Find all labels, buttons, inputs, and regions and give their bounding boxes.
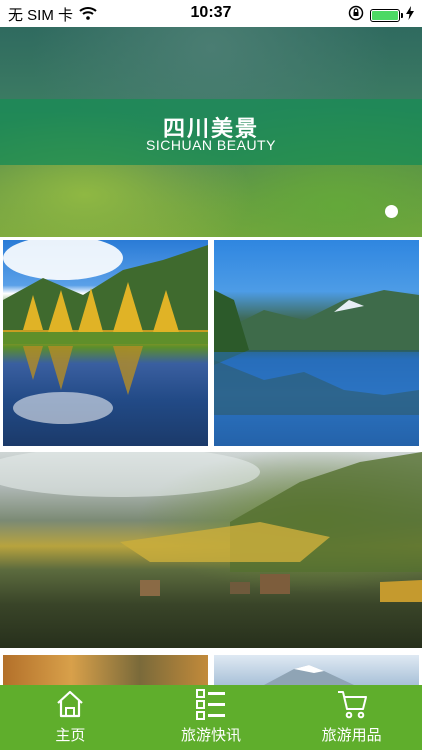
banner-carousel[interactable]: 四川美景 SICHUAN BEAUTY — [0, 27, 422, 237]
tab-travel-goods[interactable]: 旅游用品 — [281, 685, 422, 750]
scenery-photo-snow-mountain[interactable] — [214, 655, 419, 685]
cart-icon — [336, 688, 368, 720]
rotation-lock-icon — [348, 5, 364, 25]
tab-bar: 主页 旅游快讯 旅游用品 — [0, 685, 422, 750]
scenery-photo-valley-village[interactable] — [0, 452, 422, 648]
banner-subtitle: SICHUAN BEAUTY — [146, 137, 276, 153]
tab-travel-news[interactable]: 旅游快讯 — [141, 685, 282, 750]
scenery-photo-autumn-forest[interactable] — [3, 655, 208, 685]
home-icon — [55, 688, 85, 720]
list-icon — [195, 688, 227, 720]
tab-home[interactable]: 主页 — [0, 685, 141, 750]
tab-home-label: 主页 — [55, 727, 86, 744]
scenery-photo-autumn-lake[interactable] — [3, 240, 208, 446]
scenery-photo-mountain-lake[interactable] — [214, 240, 419, 446]
battery-icon — [370, 8, 403, 22]
tab-travel-goods-label: 旅游用品 — [321, 727, 382, 744]
status-right — [348, 5, 414, 25]
carousel-page-indicator[interactable] — [385, 205, 398, 218]
charging-icon — [406, 6, 414, 24]
tab-travel-news-label: 旅游快讯 — [181, 727, 242, 744]
status-bar: 无 SIM 卡 10:37 — [0, 0, 422, 27]
